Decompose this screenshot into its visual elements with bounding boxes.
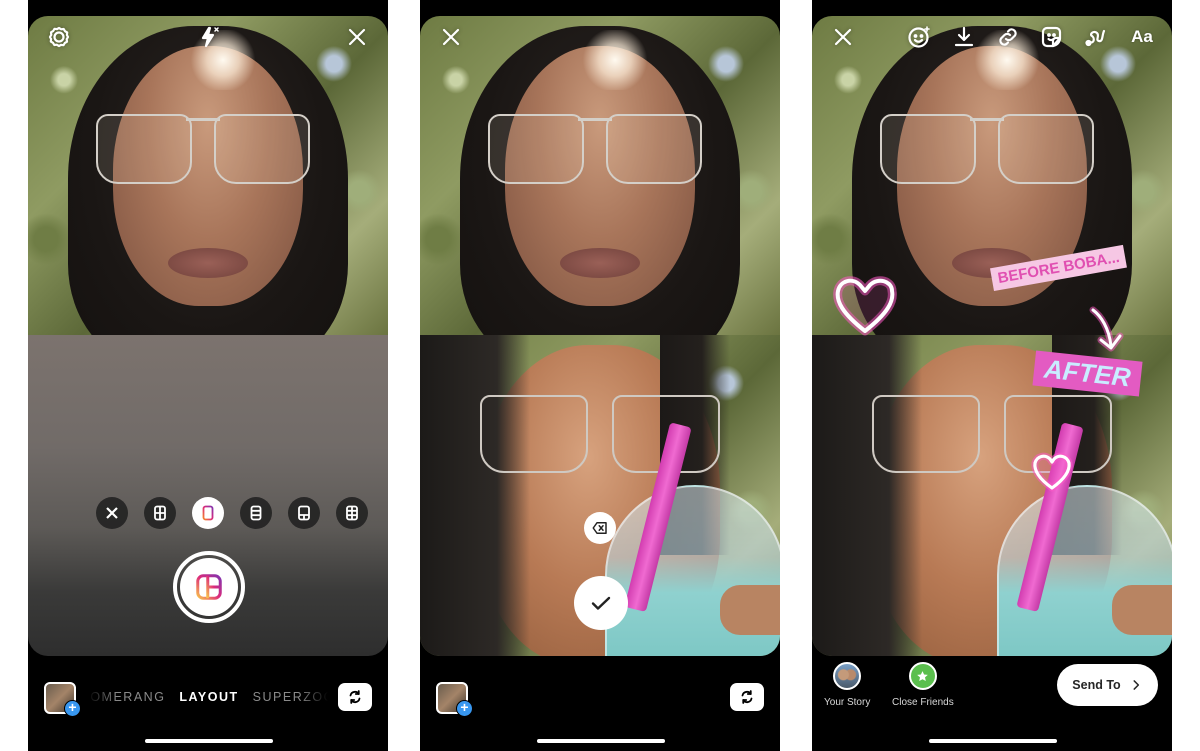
- screen-story-edit: BEFORE BOBA... AFTER Aa Your Story Close…: [812, 0, 1172, 751]
- split-2-vertical-icon: [202, 505, 214, 521]
- share-target-label: Your Story: [824, 697, 871, 708]
- close-icon[interactable]: [830, 24, 856, 50]
- layout-option-grid-2x2[interactable]: [144, 497, 176, 529]
- confirm-button[interactable]: [574, 576, 628, 630]
- layout-cell-top[interactable]: [420, 16, 780, 335]
- split-top-large-icon: [298, 505, 310, 521]
- send-to-label: Send To: [1072, 678, 1121, 692]
- layout-option-split-3[interactable]: [240, 497, 272, 529]
- layout-options: [96, 497, 376, 529]
- flip-camera-button[interactable]: [730, 683, 764, 711]
- grid-2x3-icon: [346, 505, 358, 521]
- close-layout-options-button[interactable]: [96, 497, 128, 529]
- sticker-icon[interactable]: [1039, 24, 1065, 50]
- mode-layout[interactable]: LAYOUT: [179, 690, 238, 706]
- grid-2x2-icon: [154, 505, 166, 521]
- arrow-sticker[interactable]: [1087, 306, 1127, 358]
- close-icon[interactable]: [438, 24, 464, 50]
- text-tool-button[interactable]: Aa: [1126, 24, 1158, 50]
- flash-off-icon[interactable]: [196, 24, 222, 50]
- mode-superzoom[interactable]: SUPERZOOM: [253, 690, 328, 706]
- link-icon[interactable]: [995, 24, 1021, 50]
- share-your-story[interactable]: Your Story: [824, 662, 870, 708]
- draw-icon[interactable]: [1083, 24, 1109, 50]
- close-icon: [106, 507, 118, 519]
- home-indicator: [145, 739, 273, 743]
- add-icon: +: [456, 700, 473, 717]
- heart-sticker-large[interactable]: [832, 275, 898, 337]
- layout-option-grid-2x3[interactable]: [336, 497, 368, 529]
- share-close-friends[interactable]: Close Friends: [892, 662, 954, 708]
- home-indicator: [537, 739, 665, 743]
- flip-camera-icon: [349, 690, 361, 704]
- layout-option-top-large[interactable]: [288, 497, 320, 529]
- camera-mode-selector[interactable]: BOOMERANG LAYOUT SUPERZOOM: [88, 690, 328, 706]
- add-icon: +: [64, 700, 81, 717]
- flip-camera-button[interactable]: [338, 683, 372, 711]
- face-effects-icon[interactable]: [906, 24, 932, 50]
- layout-preview: [420, 16, 780, 656]
- delete-last-photo-button[interactable]: [584, 512, 616, 544]
- shutter-button[interactable]: [173, 551, 245, 623]
- close-icon[interactable]: [344, 24, 370, 50]
- avatar: [833, 662, 862, 690]
- split-3-vertical-icon: [250, 505, 262, 521]
- send-to-button[interactable]: Send To: [1057, 664, 1158, 706]
- checkmark-icon: [591, 596, 611, 610]
- layout-icon: [196, 574, 222, 600]
- star-icon: [917, 670, 929, 681]
- share-target-label: Close Friends: [892, 697, 954, 708]
- flip-camera-icon: [741, 690, 753, 704]
- screen-camera-layout: + BOOMERANG LAYOUT SUPERZOOM: [28, 0, 388, 751]
- screen-layout-captured: +: [420, 0, 780, 751]
- download-icon[interactable]: [951, 24, 977, 50]
- mode-boomerang[interactable]: BOOMERANG: [88, 690, 165, 706]
- layout-option-split-2[interactable]: [192, 497, 224, 529]
- chevron-right-icon: [1133, 680, 1139, 690]
- layout-cell-top[interactable]: [28, 16, 388, 335]
- settings-icon[interactable]: [46, 24, 72, 50]
- delete-backspace-icon: [592, 522, 607, 534]
- heart-sticker-small[interactable]: [1030, 452, 1074, 492]
- home-indicator: [929, 739, 1057, 743]
